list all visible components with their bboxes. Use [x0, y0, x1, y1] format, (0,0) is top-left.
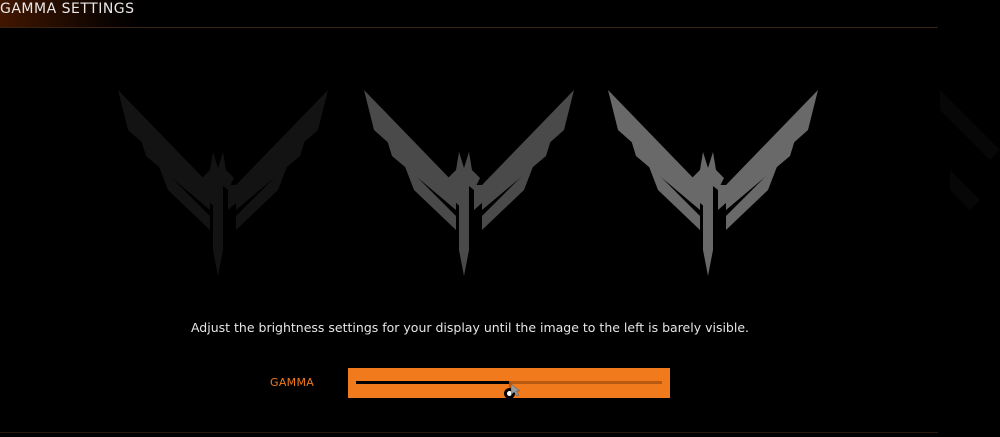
- instruction-text: Adjust the brightness settings for your …: [190, 320, 750, 335]
- elite-emblem-icon: [608, 90, 818, 276]
- dim-emblem: [364, 90, 574, 276]
- page-title: GAMMA SETTINGS: [0, 1, 135, 17]
- faint-emblem: [118, 90, 328, 276]
- slider-track[interactable]: [356, 381, 662, 398]
- title-bar: GAMMA SETTINGS: [0, 0, 140, 27]
- bright-emblem: [608, 90, 818, 276]
- slider-fill: [356, 381, 509, 384]
- mouse-cursor-icon: [511, 384, 521, 396]
- elite-emblem-icon: [118, 90, 328, 276]
- header-divider: [0, 27, 938, 28]
- elite-emblem-icon: [364, 90, 574, 276]
- footer-divider: [0, 432, 938, 433]
- partial-emblem: [940, 90, 1000, 276]
- gamma-slider[interactable]: [348, 368, 670, 398]
- gamma-label: GAMMA: [270, 376, 315, 389]
- elite-emblem-icon: [940, 90, 1000, 210]
